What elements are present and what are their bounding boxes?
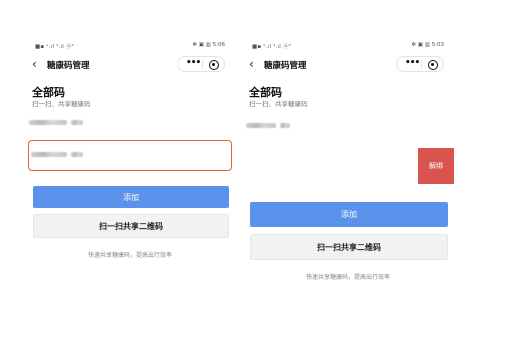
add-button[interactable]: 添加 xyxy=(250,202,448,227)
status-signal: ■▪ ᵉ.ıl ⁴.ıl ⓐ² xyxy=(35,44,74,50)
status-bar: ■▪ ᵉ.ıl ⁴.ıl ⓐ² ✻ ▣ ▥ 5:03 xyxy=(242,34,454,52)
status-signal: ■▪ ᵉ.ıl ⁴.ıl ⓐ² xyxy=(252,44,291,50)
more-icon[interactable]: ••• xyxy=(186,58,201,68)
status-bar: ■▪ ᵉ.ıl ⁴.ıl ⓐ² ✻ ▣ ▥ 5:06 xyxy=(25,34,235,52)
blurred-code-1b xyxy=(71,120,83,125)
blurred-code-1 xyxy=(29,120,67,125)
hint-text: 快速共享糖康码，提高出行效率 xyxy=(87,252,172,259)
mini-program-capsule: ••• xyxy=(177,56,225,72)
mini-program-capsule: ••• xyxy=(396,56,444,72)
nav-bar: ‹ 糖康码管理 ••• xyxy=(25,54,235,76)
close-circle-icon[interactable] xyxy=(209,60,219,70)
blurred-code-2 xyxy=(31,152,67,157)
nav-bar: ‹ 糖康码管理 ••• xyxy=(242,54,454,76)
status-time: ✻ ▣ ▥ 5:03 xyxy=(411,42,444,48)
back-icon[interactable]: ‹ xyxy=(249,58,254,70)
page-title: 糖康码管理 xyxy=(264,61,307,71)
blurred-code-1b xyxy=(280,123,290,128)
code-list-item-selected[interactable] xyxy=(28,140,232,171)
add-button[interactable]: 添加 xyxy=(33,186,229,208)
status-time: ✻ ▣ ▥ 5:06 xyxy=(192,42,225,48)
phone-screen-1: ■▪ ᵉ.ıl ⁴.ıl ⓐ² ✻ ▣ ▥ 5:06 ‹ 糖康码管理 ••• 全… xyxy=(25,34,235,356)
page-title: 糖康码管理 xyxy=(47,61,90,71)
unbind-button[interactable]: 解绑 xyxy=(418,148,454,184)
section-subtitle: 扫一扫、共享糖康码 xyxy=(249,100,308,108)
capsule-divider xyxy=(202,60,203,69)
blurred-code-2b xyxy=(71,152,83,157)
phone-screen-2: ■▪ ᵉ.ıl ⁴.ıl ⓐ² ✻ ▣ ▥ 5:03 ‹ 糖康码管理 ••• 全… xyxy=(242,34,454,356)
back-icon[interactable]: ‹ xyxy=(32,58,37,70)
capsule-divider xyxy=(421,60,422,69)
scan-share-qr-button[interactable]: 扫一扫共享二维码 xyxy=(33,214,229,238)
more-icon[interactable]: ••• xyxy=(405,58,420,68)
scan-share-qr-button[interactable]: 扫一扫共享二维码 xyxy=(250,234,448,260)
close-circle-icon[interactable] xyxy=(428,60,438,70)
blurred-code-1 xyxy=(246,123,276,128)
section-subtitle: 扫一扫、共享糖康码 xyxy=(32,100,91,108)
hint-text: 快速共享糖康码，提高出行效率 xyxy=(305,274,390,281)
